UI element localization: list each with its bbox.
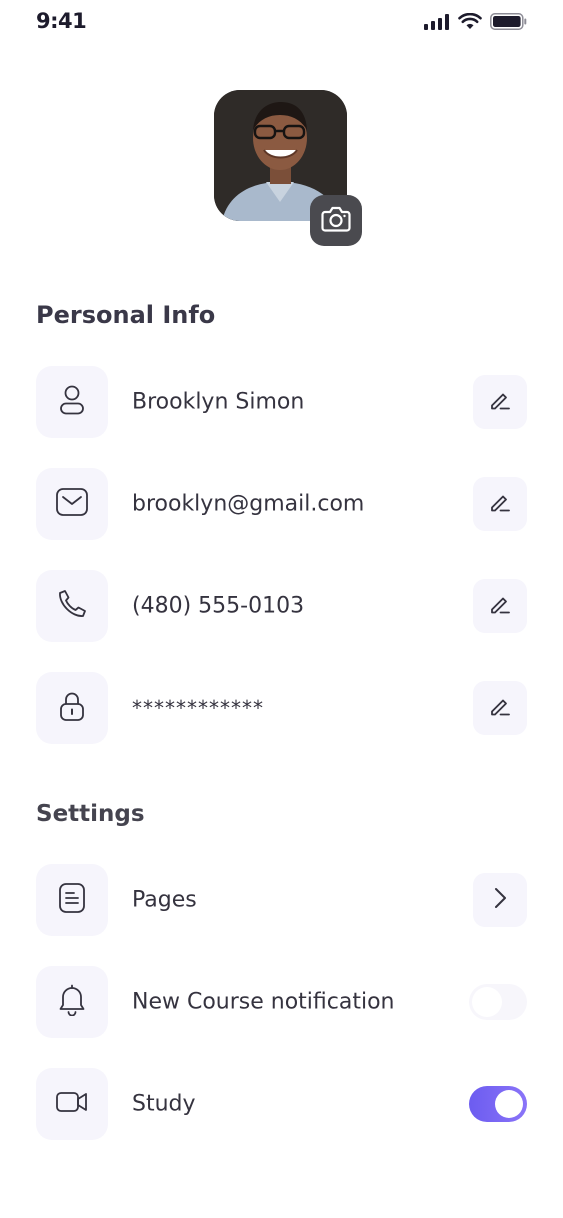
name-icon-box [36, 366, 108, 438]
battery-icon [490, 13, 527, 34]
edit-phone-button[interactable] [473, 579, 527, 633]
camera-icon [321, 205, 351, 237]
video-icon [55, 1089, 89, 1119]
personal-info-title: Personal Info [36, 301, 216, 329]
edit-email-button[interactable] [473, 477, 527, 531]
lock-icon [58, 690, 86, 726]
status-icons [424, 12, 527, 34]
settings-row-pages[interactable]: Pages [36, 864, 527, 936]
edit-password-button[interactable] [473, 681, 527, 735]
personal-info-row-name: Brooklyn Simon [36, 366, 527, 438]
study-icon-box [36, 1068, 108, 1140]
wifi-icon [458, 12, 482, 34]
settings-row-new-course-notification: New Course notification [36, 966, 527, 1038]
email-value: brooklyn@gmail.com [132, 491, 365, 517]
notification-icon-box [36, 966, 108, 1038]
edit-name-button[interactable] [473, 375, 527, 429]
phone-icon-box [36, 570, 108, 642]
toggle-knob [472, 987, 502, 1017]
phone-value: (480) 555-0103 [132, 593, 305, 619]
pages-label: Pages [132, 887, 197, 913]
edit-icon [488, 592, 512, 620]
personal-info-row-password: ************ [36, 672, 527, 744]
study-label: Study [132, 1091, 196, 1117]
password-icon-box [36, 672, 108, 744]
status-bar: 9:41 [0, 0, 563, 46]
personal-info-row-phone: (480) 555-0103 [36, 570, 527, 642]
pages-open-button[interactable] [473, 873, 527, 927]
edit-icon [488, 490, 512, 518]
mail-icon [55, 487, 89, 521]
study-toggle[interactable] [469, 1086, 527, 1122]
change-photo-button[interactable] [310, 195, 362, 246]
phone-icon [56, 588, 88, 624]
user-icon [58, 384, 86, 420]
password-value: ************ [132, 696, 264, 720]
name-value: Brooklyn Simon [132, 389, 305, 415]
personal-info-row-email: brooklyn@gmail.com [36, 468, 527, 540]
pages-icon [58, 882, 86, 918]
toggle-knob [495, 1090, 523, 1118]
edit-icon [488, 694, 512, 722]
edit-icon [488, 388, 512, 416]
bell-icon [57, 984, 87, 1020]
pages-icon-box [36, 864, 108, 936]
settings-title: Settings [36, 801, 145, 827]
status-time: 9:41 [36, 9, 87, 33]
new-course-notification-toggle[interactable] [469, 984, 527, 1020]
email-icon-box [36, 468, 108, 540]
chevron-right-icon [490, 886, 510, 914]
cellular-signal-icon [424, 13, 450, 34]
settings-row-study: Study [36, 1068, 527, 1140]
new-course-notification-label: New Course notification [132, 989, 395, 1015]
